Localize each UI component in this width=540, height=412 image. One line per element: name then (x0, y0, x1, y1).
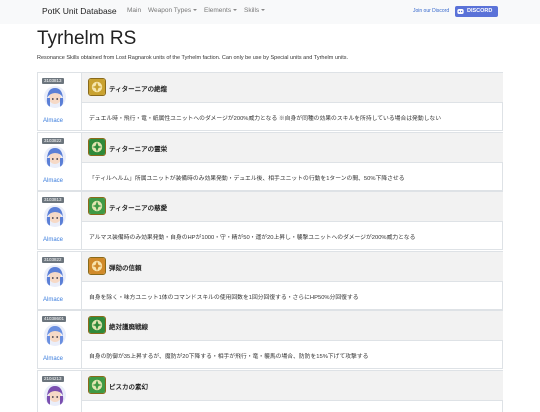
skill-cell: ティターニアの慈愛アルマス装備時のみ効果発動・自身のHPが1000・守・精が50… (82, 191, 503, 250)
skill-header: ティターニアの霊栄 (82, 133, 503, 163)
unit-name-link[interactable]: Almace (43, 237, 63, 243)
skill-header: ピスカの素幻 (82, 371, 503, 401)
unit-cell: 41038601 Almace (37, 310, 82, 369)
discord-label: DISCORD (467, 6, 492, 17)
unit-id-badge: 2104213 (42, 376, 64, 382)
table-row: 41038601 Almace 絶対護廃戦線自身の防御が35上昇するが、魔防が20下… (37, 310, 503, 369)
nav-item-label: Elements (204, 7, 231, 14)
unit-avatar[interactable] (44, 146, 66, 168)
unit-cell: 3103822 Almace (37, 251, 82, 310)
page-title: Tyrhelm RS (37, 28, 136, 50)
nav-item-label: Weapon Types (148, 7, 191, 14)
orange-emblem-icon (88, 257, 106, 275)
gold-emblem-icon (88, 78, 106, 96)
skill-name: 弾劾の信頼 (109, 262, 142, 272)
nav-item-main[interactable]: Main (127, 7, 141, 14)
unit-avatar[interactable] (44, 324, 66, 346)
unit-name-link[interactable]: Almace (43, 178, 63, 184)
unit-avatar[interactable] (44, 86, 66, 108)
unit-cell: 3103813 Almace (37, 191, 82, 250)
nav-item-skills[interactable]: Skills (244, 7, 265, 14)
skill-header: 絶対護廃戦線 (82, 311, 503, 341)
unit-avatar[interactable] (44, 384, 66, 406)
unit-id-badge: 3103813 (42, 78, 64, 84)
unit-name-link[interactable]: Almace (43, 118, 63, 124)
skill-header: ティターニアの絶煌 (82, 73, 503, 103)
nav-item-elements[interactable]: Elements (204, 7, 237, 14)
skill-name: 絶対護廃戦線 (109, 321, 148, 331)
skill-description: デュエル時・飛行・竜・紙属性ユニットへのダメージが200%威力となる ※自身が同… (89, 113, 441, 122)
unit-cell: 3103813 Almace (37, 72, 82, 131)
skill-cell: ティターニアの絶煌デュエル時・飛行・竜・紙属性ユニットへのダメージが200%威力… (82, 72, 503, 131)
skill-cell: 絶対護廃戦線自身の防御が35上昇するが、魔防が20下降する・相手が飛行・竜・襲馬… (82, 310, 503, 369)
table-row: 3103822 Almace ティターニアの霊栄「ティルヘルム」所属ユニットが装備時… (37, 132, 503, 191)
unit-id-badge: 3103822 (42, 138, 64, 144)
skill-header: 弾劾の信頼 (82, 252, 503, 282)
skill-cell: ティターニアの霊栄「ティルヘルム」所属ユニットが装備時のみ効果発動・デュエル後、… (82, 132, 503, 191)
navbar: PotK Unit Database Main Weapon Types Ele… (0, 0, 540, 24)
unit-cell: 2104213Almace (37, 370, 82, 412)
table-row: 3103813 Almace ティターニアの慈愛アルマス装備時のみ効果発動・自身のH… (37, 191, 503, 250)
skill-description: アルマス装備時のみ効果発動・自身のHPが1000・守・精が50・運が20上昇し・… (89, 232, 415, 241)
discord-icon (457, 8, 464, 15)
unit-avatar[interactable] (44, 205, 66, 227)
skill-cell: 弾劾の信頼自身を除く・味方ユニット1体のコマンドスキルの使用回数を1回分回復する… (82, 251, 503, 310)
skill-header: ティターニアの慈愛 (82, 192, 503, 222)
skill-name: ティターニアの絶煌 (109, 83, 167, 93)
skill-cell: ピスカの素幻 (82, 370, 503, 412)
unit-cell: 3103822 Almace (37, 132, 82, 191)
unit-id-badge: 41038601 (42, 316, 66, 322)
caret-down-icon (261, 9, 265, 11)
unit-id-badge: 3103822 (42, 257, 64, 263)
brand-link[interactable]: PotK Unit Database (42, 6, 117, 16)
skills-table: 3103813 Almace ティターニアの絶煌デュエル時・飛行・竜・紙属性ユニット… (37, 72, 503, 412)
unit-avatar[interactable] (44, 265, 66, 287)
skill-name: ティターニアの霊栄 (109, 143, 167, 153)
skill-name: ピスカの素幻 (109, 381, 148, 391)
unit-name-link[interactable]: Almace (43, 297, 63, 303)
page-description: Resonance Skills obtained from Lost Ragn… (37, 55, 348, 61)
join-discord-link[interactable]: Join our Discord (413, 8, 449, 14)
skill-description: 「ティルヘルム」所属ユニットが装備時のみ効果発動・デュエル後、相手ユニットの行動… (89, 173, 405, 182)
discord-button[interactable]: DISCORD (455, 6, 498, 17)
skill-name: ティターニアの慈愛 (109, 202, 167, 212)
unit-name-link[interactable]: Almace (43, 356, 63, 362)
table-row: 2104213Almace ピスカの素幻 (37, 370, 503, 412)
green-emblem-icon (88, 376, 106, 394)
nav-item-label: Main (127, 7, 141, 14)
green-emblem-icon (88, 197, 106, 215)
table-row: 3103822 Almace 弾劾の信頼自身を除く・味方ユニット1体のコマンドスキル… (37, 251, 503, 310)
nav-item-weapon-types[interactable]: Weapon Types (148, 7, 197, 14)
nav-item-label: Skills (244, 7, 259, 14)
skill-description: 自身の防御が35上昇するが、魔防が20下降する・相手が飛行・竜・襲馬の場合、防防… (89, 351, 368, 360)
unit-id-badge: 3103813 (42, 197, 64, 203)
table-row: 3103813 Almace ティターニアの絶煌デュエル時・飛行・竜・紙属性ユニット… (37, 72, 503, 131)
green-emblem-icon (88, 316, 106, 334)
caret-down-icon (233, 9, 237, 11)
green-emblem-icon (88, 138, 106, 156)
skill-description: 自身を除く・味方ユニット1体のコマンドスキルの使用回数を1回分回復する・さらにH… (89, 292, 359, 301)
caret-down-icon (193, 9, 197, 11)
